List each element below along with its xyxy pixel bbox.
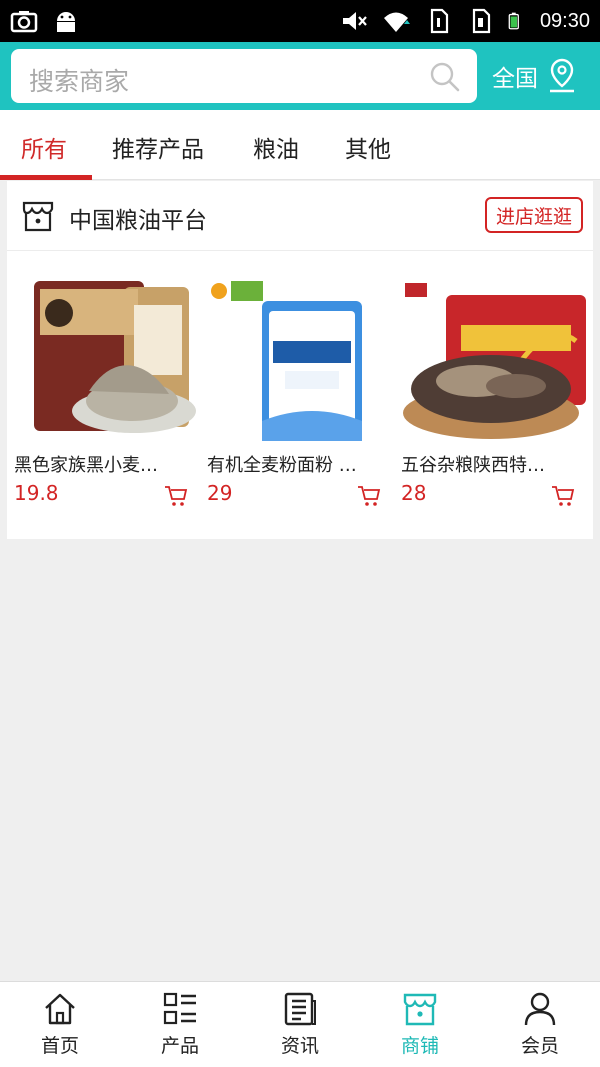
sim1-icon bbox=[430, 8, 449, 34]
mute-icon bbox=[342, 12, 367, 30]
nav-label: 产品 bbox=[160, 1035, 199, 1057]
search-input[interactable]: 搜索商家 bbox=[11, 49, 477, 103]
enter-shop-button[interactable]: 进店逛逛 bbox=[485, 197, 583, 233]
user-icon bbox=[524, 992, 556, 1026]
wifi-icon bbox=[383, 12, 410, 32]
nav-label: 首页 bbox=[40, 1035, 79, 1057]
status-left bbox=[10, 8, 80, 34]
search-placeholder: 搜索商家 bbox=[29, 67, 130, 96]
shop-card: 中国粮油平台 进店逛逛 黑色家族黑小麦… 19.8 有机全麦粉面粉 … 29 五… bbox=[7, 181, 593, 539]
sim2-icon bbox=[472, 8, 491, 34]
tab-recommended[interactable]: 推荐产品 bbox=[112, 130, 204, 164]
product-price: 19.8 bbox=[14, 481, 59, 505]
nav-products[interactable]: 产品 bbox=[120, 982, 240, 1067]
status-right: 09:30 bbox=[340, 8, 590, 34]
product-price: 28 bbox=[401, 481, 427, 505]
product-image[interactable] bbox=[14, 271, 204, 441]
nav-label: 商铺 bbox=[400, 1035, 439, 1057]
news-icon bbox=[284, 992, 316, 1026]
tab-all[interactable]: 所有 bbox=[21, 130, 67, 164]
product-card[interactable]: 黑色家族黑小麦… 19.8 bbox=[14, 263, 204, 513]
product-title: 五谷杂粮陕西特… bbox=[401, 455, 545, 476]
android-icon bbox=[57, 12, 75, 32]
nav-member[interactable]: 会员 bbox=[480, 982, 600, 1067]
product-price: 29 bbox=[207, 481, 233, 505]
product-image[interactable] bbox=[401, 271, 591, 441]
nav-news[interactable]: 资讯 bbox=[240, 982, 360, 1067]
product-card[interactable]: 五谷杂粮陕西特… 28 bbox=[401, 263, 591, 513]
list-icon bbox=[163, 992, 196, 1025]
store-icon bbox=[22, 201, 54, 232]
bottom-nav: 首页 产品 资讯 商铺 会员 bbox=[0, 981, 600, 1067]
product-image[interactable] bbox=[207, 271, 397, 441]
nav-label: 会员 bbox=[520, 1035, 559, 1057]
status-time: 09:30 bbox=[539, 9, 590, 32]
nav-home[interactable]: 首页 bbox=[0, 982, 120, 1067]
location-pin-icon bbox=[550, 58, 574, 93]
home-icon bbox=[45, 993, 75, 1025]
cart-icon[interactable] bbox=[357, 485, 381, 507]
product-title: 黑色家族黑小麦… bbox=[14, 455, 158, 476]
cart-icon[interactable] bbox=[551, 485, 575, 507]
nav-stores[interactable]: 商铺 bbox=[360, 982, 480, 1067]
status-bar: 09:30 bbox=[0, 0, 600, 42]
region-label: 全国 bbox=[492, 66, 538, 92]
region-selector[interactable]: 全国 bbox=[492, 56, 578, 96]
tab-other[interactable]: 其他 bbox=[345, 130, 391, 164]
product-title: 有机全麦粉面粉 … bbox=[207, 455, 357, 476]
header: 搜索商家 全国 bbox=[0, 42, 600, 110]
store-icon bbox=[403, 993, 437, 1026]
cart-icon[interactable] bbox=[164, 485, 188, 507]
camera-icon bbox=[10, 11, 38, 33]
tab-grain-oil[interactable]: 粮油 bbox=[253, 130, 299, 164]
product-card[interactable]: 有机全麦粉面粉 … 29 bbox=[207, 263, 397, 513]
shop-name: 中国粮油平台 bbox=[69, 208, 207, 234]
shop-header[interactable]: 中国粮油平台 进店逛逛 bbox=[7, 181, 593, 251]
active-tab-indicator bbox=[0, 175, 92, 180]
battery-icon bbox=[508, 12, 519, 30]
category-tabs: 所有 推荐产品 粮油 其他 bbox=[0, 110, 600, 180]
nav-label: 资讯 bbox=[280, 1035, 319, 1057]
search-icon[interactable] bbox=[429, 61, 461, 93]
